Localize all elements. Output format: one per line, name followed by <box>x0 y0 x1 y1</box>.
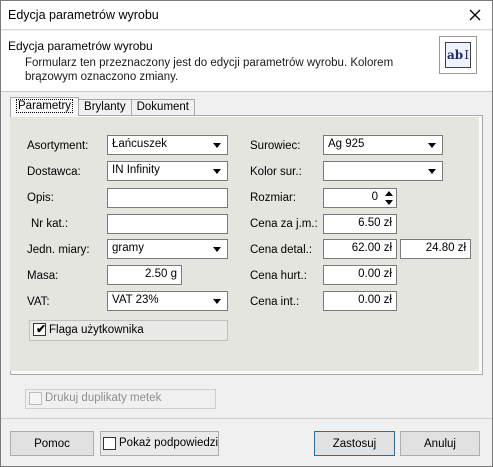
arrow-up-icon <box>385 191 393 196</box>
footer-divider <box>1 418 492 419</box>
chevron-down-icon <box>428 169 436 174</box>
vat-select[interactable]: VAT 23% <box>107 291 228 311</box>
masa-label: Masa: <box>27 270 59 282</box>
dialog-window: Edycja parametrów wyrobu Edycja parametr… <box>0 0 493 467</box>
dostawca-select[interactable]: IN Infinity <box>107 161 228 181</box>
cena-int-label: Cena int.: <box>250 296 300 308</box>
vat-label: VAT: <box>27 296 50 308</box>
header-title: Edycja parametrów wyrobu <box>8 39 153 53</box>
chevron-down-icon <box>213 247 221 252</box>
asortyment-select[interactable]: Łańcuszek <box>107 135 228 155</box>
spin-buttons[interactable] <box>383 190 395 206</box>
surowiec-label: Surowiec: <box>250 140 301 152</box>
chevron-down-icon <box>213 169 221 174</box>
hints-label: Pokaż podpowiedzi <box>119 437 219 449</box>
cena-jm-label: Cena za j.m.: <box>250 218 318 230</box>
tab-parametry[interactable]: Parametry <box>10 97 80 116</box>
asortyment-label: Asortyment: <box>27 140 89 152</box>
opis-input[interactable] <box>107 188 228 208</box>
checkmark-icon: ✔ <box>36 322 47 336</box>
jedn-miary-label: Jedn. miary: <box>27 244 90 256</box>
duplicates-label: Drukuj duplikaty metek <box>45 392 162 404</box>
tab-brylanty[interactable]: Brylanty <box>78 99 132 115</box>
masa-input[interactable]: 2.50 g <box>107 265 182 285</box>
cena-hurt-input[interactable]: 0.00 zł <box>323 265 397 285</box>
cena-int-input[interactable]: 0.00 zł <box>323 291 397 311</box>
close-button[interactable] <box>458 1 492 29</box>
chevron-down-icon <box>428 143 436 148</box>
rozmiar-stepper[interactable]: 0 <box>323 188 397 208</box>
window-title: Edycja parametrów wyrobu <box>8 8 159 22</box>
tab-strip: Parametry Brylanty Dokument <box>10 97 196 116</box>
flag-checkbox[interactable]: ✔ <box>33 323 46 336</box>
icon-text: ab <box>447 48 464 62</box>
cena-detal-input[interactable]: 62.00 zł <box>323 239 397 259</box>
cena-jm-input[interactable]: 6.50 zł <box>323 214 397 234</box>
header-description: Formularz ten przeznaczony jest do edycj… <box>25 57 394 83</box>
jedn-miary-value: gramy <box>112 242 144 254</box>
cena-hurt-label: Cena hurt.: <box>250 270 307 282</box>
title-bar: Edycja parametrów wyrobu <box>1 1 492 30</box>
kolor-sur-label: Kolor sur.: <box>250 166 302 178</box>
nr-kat-label: Nr kat.: <box>31 218 69 230</box>
dostawca-label: Dostawca: <box>27 166 81 178</box>
opis-label: Opis: <box>27 192 54 204</box>
arrow-down-icon <box>385 200 393 205</box>
duplicates-checkbox[interactable] <box>29 392 42 405</box>
hints-checkbox[interactable] <box>103 437 116 450</box>
rozmiar-value: 0 <box>371 191 378 203</box>
help-button[interactable]: Pomoc <box>10 431 94 456</box>
cena-detal-second-input[interactable]: 24.80 zł <box>400 239 471 259</box>
chevron-down-icon <box>213 143 221 148</box>
flag-label: Flaga użytkownika <box>49 324 144 336</box>
text-field-icon: ab I <box>439 36 477 74</box>
asortyment-value: Łańcuszek <box>112 138 167 150</box>
cancel-button[interactable]: Anuluj <box>400 431 480 456</box>
surowiec-value: Ag 925 <box>328 138 365 150</box>
surowiec-select[interactable]: Ag 925 <box>323 135 443 155</box>
vat-value: VAT 23% <box>112 294 159 306</box>
nr-kat-input[interactable] <box>107 214 228 234</box>
tab-dokument[interactable]: Dokument <box>130 99 196 115</box>
dostawca-value: IN Infinity <box>112 164 160 176</box>
dialog-header: Edycja parametrów wyrobu Formularz ten p… <box>1 31 492 92</box>
chevron-down-icon <box>213 299 221 304</box>
cena-detal-label: Cena detal.: <box>250 244 313 256</box>
kolor-sur-select[interactable] <box>323 161 443 181</box>
jedn-miary-select[interactable]: gramy <box>107 239 228 259</box>
close-icon <box>469 9 481 21</box>
apply-button[interactable]: Zastosuj <box>314 431 395 456</box>
rozmiar-label: Rozmiar: <box>250 192 297 204</box>
